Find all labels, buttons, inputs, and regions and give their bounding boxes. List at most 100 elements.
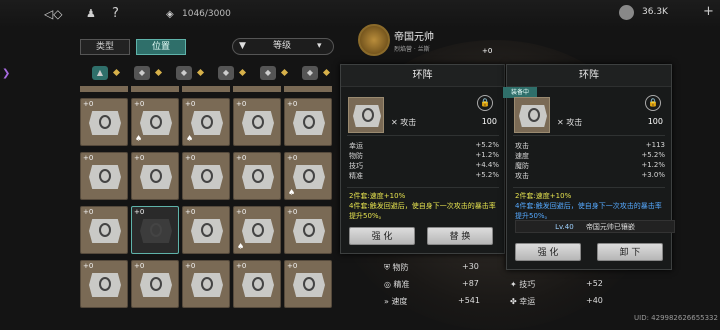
inventory-slot[interactable]: +0 <box>131 206 179 254</box>
defense-icon: ⛨ <box>384 263 393 272</box>
level-row: Lv.40 帝国元帅已镶嵌 <box>515 220 675 233</box>
inventory-slot[interactable]: +0 <box>80 260 128 308</box>
rune-stone-icon <box>293 219 325 243</box>
position-6-icon[interactable]: ◆ <box>302 66 318 80</box>
inventory-slot[interactable]: +0 <box>131 260 179 308</box>
stat-value: +5.2% <box>641 151 665 159</box>
set-bonus-4: 4件套:触发回避后，使自身下一次攻击的暴击率提升50%。 <box>349 202 496 220</box>
equipped-detail-panel: 环阵 装备中 🔒 ✕ 攻击 100 攻击 +113 速度 +5.2% 魔防 +1.2%… <box>503 64 675 270</box>
position-5-icon[interactable]: ◆ <box>260 66 276 80</box>
filter-label: 等级 <box>273 41 292 51</box>
position-4-icon[interactable]: ◆ <box>218 66 234 80</box>
sub-stats: 幸运 +5.2% 物防 +1.2% 技巧 +4.4% 精准 +5.2% <box>349 141 499 185</box>
side-arrow-icon[interactable]: ❯ <box>2 68 10 79</box>
hero-subtitle: 烈焰营 · 兰斯 <box>394 46 430 53</box>
position-3-icon[interactable]: ◆ <box>176 66 192 80</box>
panel-title: 环阵 <box>341 65 504 87</box>
inventory-slot[interactable]: +0 <box>182 260 230 308</box>
rune-stone-icon <box>191 273 223 297</box>
level-label: Lv.40 <box>555 223 574 231</box>
rune-stone-icon <box>89 273 121 297</box>
inventory-slot[interactable]: +0 <box>233 152 281 200</box>
lower-stat: ⛨ 物防 <box>384 263 409 272</box>
inventory-slot[interactable]: +0 <box>80 152 128 200</box>
rune-stone-icon <box>140 111 172 135</box>
position-2-icon[interactable]: ◆ <box>134 66 150 80</box>
add-currency-button[interactable]: + <box>703 4 714 19</box>
rune-stone-icon <box>191 111 223 135</box>
main-stat-value: 100 <box>647 117 663 126</box>
tab-type[interactable]: 类型 <box>80 39 130 55</box>
inventory-slot[interactable]: +0 <box>182 152 230 200</box>
help-button[interactable]: ? <box>112 6 119 22</box>
equipped-by-label: 帝国元帅已镶嵌 <box>585 223 635 231</box>
enhance-level: +0 <box>236 208 247 216</box>
rune-stone-icon <box>191 165 223 189</box>
uid-label: UID: 429982626655332 <box>634 314 718 322</box>
stat-name: 物防 <box>349 152 363 160</box>
inventory-slot[interactable]: +0 ♠ <box>233 206 281 254</box>
stat-name: 攻击 <box>515 172 529 180</box>
sub-stats: 攻击 +113 速度 +5.2% 魔防 +1.2% 攻击 +3.0% <box>515 141 665 185</box>
lower-stat-value: +541 <box>458 296 480 305</box>
main-stat-value: 100 <box>481 117 497 126</box>
lock-icon[interactable]: 🔒 <box>477 95 493 111</box>
lower-stat-value: +30 <box>462 262 479 271</box>
lower-stat-value: +40 <box>586 296 603 305</box>
enhance-level: +0 <box>287 154 298 162</box>
inventory-slot[interactable]: +0 <box>284 206 332 254</box>
equipped-marker-icon: ♠ <box>237 242 245 251</box>
level-filter[interactable]: ▼ 等级 ▾ <box>232 38 334 55</box>
inventory-slot[interactable]: +0 <box>182 206 230 254</box>
chevron-down-icon: ▾ <box>317 41 322 51</box>
stat-value: +1.2% <box>475 151 499 159</box>
inventory-slot[interactable]: +0 ♠ <box>131 98 179 146</box>
enhance-level: +0 <box>83 100 94 108</box>
inventory-slot[interactable]: +0 ♠ <box>182 98 230 146</box>
rune-stone-icon <box>89 111 121 135</box>
tab-position[interactable]: 位置 <box>136 39 186 55</box>
rune-stone-icon <box>242 165 274 189</box>
replace-button[interactable]: 替 换 <box>427 227 493 245</box>
diamond-icon <box>196 68 205 77</box>
inventory-slot[interactable]: +0 <box>80 98 128 146</box>
inventory-slot[interactable]: +0 <box>233 260 281 308</box>
enhance-level: +0 <box>83 154 94 162</box>
main-stat-label: ✕ 攻击 <box>557 118 583 127</box>
lower-stat-value: +87 <box>462 279 479 288</box>
stat-name: 攻击 <box>515 142 529 150</box>
rune-stone-icon <box>140 273 172 297</box>
rune-stone-icon <box>140 165 172 189</box>
diamond-icon <box>322 68 331 77</box>
lower-stat-value: +52 <box>586 279 603 288</box>
item-image <box>348 97 384 133</box>
lower-stat: ◎ 精准 <box>384 280 410 289</box>
lower-stat: » 速度 <box>384 297 408 306</box>
enhance-level: +0 <box>134 262 145 270</box>
inventory-slot[interactable]: +0 ♠ <box>284 152 332 200</box>
enhance-button[interactable]: 强 化 <box>349 227 415 245</box>
outfit-icon[interactable]: ♟ <box>86 6 96 22</box>
currency-value: 36.3K <box>642 7 668 17</box>
inventory-slot[interactable]: +0 <box>131 152 179 200</box>
inventory-slot[interactable]: +0 <box>284 260 332 308</box>
position-1-icon[interactable]: ▲ <box>92 66 108 80</box>
enhance-level: +0 <box>185 100 196 108</box>
back-arrow-icon[interactable]: ◁◇ <box>44 6 62 22</box>
enhance-button[interactable]: 强 化 <box>515 243 581 261</box>
inventory-slot[interactable]: +0 <box>80 206 128 254</box>
inventory-slot[interactable]: +0 <box>284 98 332 146</box>
currency-icon <box>619 5 634 20</box>
bag-icon: ◈ <box>166 9 174 20</box>
hero-emblem-icon <box>358 24 390 56</box>
unload-button[interactable]: 卸 下 <box>597 243 663 261</box>
enhance-level: +0 <box>83 208 94 216</box>
lock-icon[interactable]: 🔒 <box>645 95 661 111</box>
hero-header: 帝国元帅 烈焰营 · 兰斯 <box>358 24 434 56</box>
equipped-marker-icon: ♠ <box>288 188 296 197</box>
set-bonus-4: 4件套:触发回避后，使自身下一次攻击的暴击率提升50%。 <box>515 202 662 220</box>
stat-value: +3.0% <box>641 171 665 179</box>
inventory-slot[interactable]: +0 <box>233 98 281 146</box>
capacity-label: 1046/3000 <box>182 9 231 19</box>
enhance-level: +0 <box>236 100 247 108</box>
